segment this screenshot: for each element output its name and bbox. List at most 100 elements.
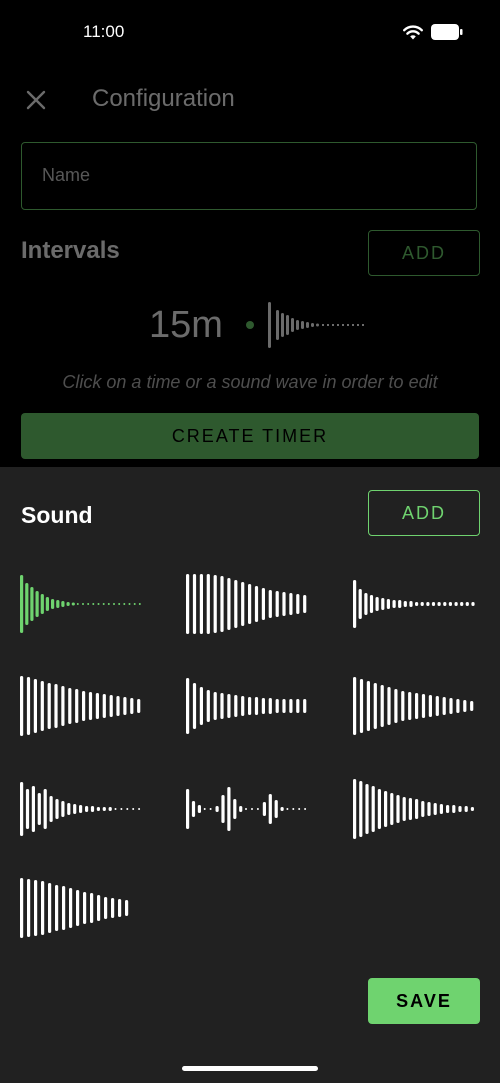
wave-bar [88, 692, 93, 720]
wave-bar [227, 787, 231, 831]
sound-title: Sound [21, 502, 93, 528]
wave-bar [206, 690, 210, 722]
wave-bar [97, 895, 101, 921]
wave-bar [220, 693, 224, 719]
wave-bar [54, 684, 58, 728]
wave-bar [73, 804, 77, 814]
wave-bar [402, 797, 406, 821]
wave-bar [241, 696, 245, 716]
wave-bar [282, 699, 286, 713]
wave-bar [415, 693, 419, 719]
wave-bar [394, 689, 398, 723]
wave-bar [102, 603, 105, 605]
wave-bar [443, 602, 447, 606]
sound-wave-option[interactable] [20, 573, 148, 635]
wave-bar [197, 805, 201, 813]
wave-bar [25, 583, 29, 625]
wave-bar [386, 599, 390, 609]
wave-bar [245, 808, 247, 810]
wave-bar [446, 805, 450, 813]
page-title: Configuration [92, 85, 235, 112]
wave-bar [280, 807, 284, 811]
wave-bar [186, 574, 190, 634]
wave-bar [40, 681, 44, 731]
wave-bar [62, 886, 66, 930]
wave-bar [20, 575, 24, 633]
wave-bar [268, 590, 272, 618]
wave-bar [268, 794, 272, 824]
wave-bar [130, 698, 134, 714]
sound-wave-option[interactable] [20, 877, 148, 939]
wave-bar [380, 685, 384, 727]
wave-bar [51, 599, 55, 609]
wave-bar [248, 584, 252, 624]
wave-bar [234, 695, 238, 717]
wave-bar [97, 603, 100, 605]
wave-bar [108, 807, 112, 811]
wave-bar [390, 793, 394, 825]
wave-bar [448, 602, 452, 606]
wave-bar [426, 602, 430, 606]
interval-sound-wave[interactable] [268, 300, 368, 350]
save-button[interactable]: SAVE [368, 978, 480, 1024]
wave-bar [371, 786, 375, 832]
wave-bar [398, 600, 402, 608]
sound-wave-option[interactable] [186, 573, 314, 635]
wave-bar [470, 701, 474, 711]
wave-bar [456, 699, 460, 713]
wave-bar [463, 700, 467, 712]
wave-bar [227, 578, 231, 630]
add-sound-button[interactable]: ADD [368, 490, 480, 536]
wave-bar [71, 602, 75, 606]
wave-bar [209, 808, 212, 810]
wave-bar [113, 603, 115, 605]
wave-bar [353, 779, 357, 839]
wave-bar [396, 795, 400, 823]
wave-bar [199, 687, 203, 725]
wave-bar [123, 603, 126, 605]
wave-bar [365, 784, 369, 834]
wave-bar [20, 878, 24, 938]
wave-bar [256, 808, 259, 810]
wave-bar [251, 808, 253, 810]
wave-bar [45, 597, 49, 611]
wave-bar [282, 592, 286, 616]
wave-bar [138, 603, 141, 605]
wave-bar [33, 679, 37, 733]
wave-bar [125, 900, 129, 916]
wave-bar [248, 697, 252, 715]
wave-bar [471, 602, 475, 606]
wave-bar [369, 595, 374, 613]
sound-wave-option[interactable] [186, 675, 314, 737]
interval-time[interactable]: 15m [149, 304, 223, 347]
wave-bar [132, 808, 135, 810]
wave-bar [137, 699, 141, 713]
wave-bar [37, 793, 41, 825]
close-icon[interactable] [24, 88, 48, 112]
wave-bar [275, 699, 279, 713]
wave-bar [359, 679, 364, 733]
sound-wave-option[interactable] [353, 675, 481, 737]
wave-bar [116, 696, 120, 716]
sound-wave-option[interactable] [20, 675, 148, 737]
wave-bar [61, 601, 65, 607]
create-timer-button[interactable]: CREATE TIMER [21, 413, 479, 459]
wave-bar [35, 591, 39, 617]
wave-bar [138, 808, 141, 810]
wave-bar [275, 591, 279, 617]
sound-sheet: Sound ADD SAVE [0, 467, 500, 1083]
wave-bar [408, 798, 412, 820]
add-interval-button[interactable]: ADD [368, 230, 480, 276]
sound-wave-option[interactable] [186, 778, 314, 840]
sound-wave-option[interactable] [353, 573, 481, 635]
wave-bar [34, 880, 38, 936]
wave-bar [254, 586, 259, 622]
name-field[interactable]: Name [21, 142, 477, 210]
wave-bar [107, 603, 110, 605]
wave-bar [55, 885, 59, 931]
sound-wave-option[interactable] [20, 778, 148, 840]
wave-bar [20, 782, 24, 836]
sound-wave-option[interactable] [353, 778, 481, 840]
wave-bar [366, 681, 370, 731]
wave-bar [213, 692, 217, 720]
